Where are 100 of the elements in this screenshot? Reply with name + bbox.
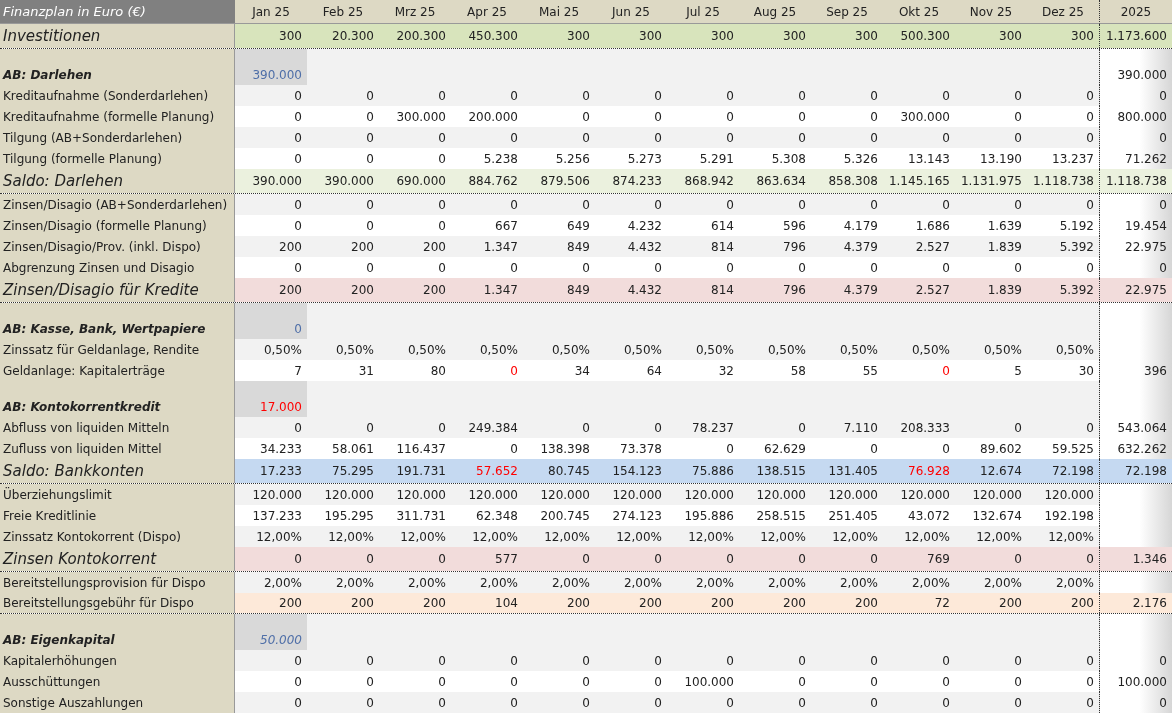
opening-balance-cell[interactable]: 17.000: [235, 381, 307, 417]
total-cell: 1.173.600: [1099, 24, 1172, 48]
column-header: Sep 25: [811, 0, 883, 24]
table-cell: 0: [235, 547, 307, 571]
table-cell: 2,00%: [523, 572, 595, 593]
table-cell: 879.506: [523, 169, 595, 193]
total-cell: 0: [1099, 85, 1172, 106]
table-cell: 2,00%: [379, 572, 451, 593]
table-cell: 0: [523, 194, 595, 215]
table-cell: 0,50%: [955, 339, 1027, 360]
table-cell: 1.839: [955, 278, 1027, 302]
row-label: Zinsen/Disagio für Kredite: [0, 278, 235, 302]
table-cell: 300: [595, 24, 667, 48]
opening-balance-cell[interactable]: 390.000: [235, 49, 307, 85]
table-cell: 0: [1027, 127, 1099, 148]
table-cell: 0: [379, 547, 451, 571]
table-cell: 796: [739, 278, 811, 302]
total-cell: 0: [1099, 257, 1172, 278]
row-label: Abfluss von liquiden Mitteln: [0, 417, 235, 438]
column-header: 2025: [1099, 0, 1172, 24]
table-cell: 0: [739, 85, 811, 106]
column-header: Apr 25: [451, 0, 523, 24]
table-cell: 884.762: [451, 169, 523, 193]
table-cell: 0: [667, 692, 739, 713]
table-cell: 249.384: [451, 417, 523, 438]
opening-balance-cell[interactable]: 50.000: [235, 614, 307, 650]
table-cell: 120.000: [1027, 484, 1099, 505]
row-label: Sonstige Auszahlungen: [0, 692, 235, 713]
table-cell: 0: [235, 127, 307, 148]
row-label: Zinsen/Disagio (formelle Planung): [0, 215, 235, 236]
table-cell: 814: [667, 278, 739, 302]
table-cell: 863.634: [739, 169, 811, 193]
table-cell: 2.527: [883, 236, 955, 257]
table-cell: 1.131.975: [955, 169, 1027, 193]
table-cell: 0: [451, 194, 523, 215]
total-cell: 1.118.738: [1099, 169, 1172, 193]
table-cell: 0: [739, 692, 811, 713]
table-cell: 0: [811, 692, 883, 713]
total-cell: 19.454: [1099, 215, 1172, 236]
table-cell: 0: [1027, 417, 1099, 438]
table-cell: 1.347: [451, 236, 523, 257]
table-cell: 0,50%: [1027, 339, 1099, 360]
table-cell: 0,50%: [379, 339, 451, 360]
table-cell: 200: [811, 593, 883, 613]
row-label: Zinsen/Disagio/Prov. (inkl. Dispo): [0, 236, 235, 257]
table-cell: 4.432: [595, 236, 667, 257]
table-cell: 200: [667, 593, 739, 613]
table-cell: 874.233: [595, 169, 667, 193]
table-cell: 12,00%: [1027, 526, 1099, 547]
table-cell: 0: [235, 85, 307, 106]
table-cell: 300: [739, 24, 811, 48]
table-cell: 120.000: [595, 484, 667, 505]
row-label: Abgrenzung Zinsen und Disagio: [0, 257, 235, 278]
table-cell: 200: [307, 236, 379, 257]
table-cell: 154.123: [595, 459, 667, 483]
table-cell: 0,50%: [595, 339, 667, 360]
table-cell: 2,00%: [1027, 572, 1099, 593]
table-cell: 0: [955, 692, 1027, 713]
table-cell: 0: [523, 547, 595, 571]
table-cell: 0: [667, 127, 739, 148]
table-cell: 120.000: [451, 484, 523, 505]
row-label: Freie Kreditlinie: [0, 505, 235, 526]
table-cell: 0: [307, 692, 379, 713]
table-cell: 12,00%: [811, 526, 883, 547]
table-cell: 0: [811, 127, 883, 148]
table-cell: 200: [235, 278, 307, 302]
opening-balance-cell[interactable]: 0: [235, 303, 307, 339]
table-cell: 0: [955, 85, 1027, 106]
table-cell: 0: [523, 692, 595, 713]
row-label: Bereitstellungsprovision für Dispo: [0, 572, 235, 593]
row-label: Ausschüttungen: [0, 671, 235, 692]
table-cell: 0,50%: [811, 339, 883, 360]
row-label: Tilgung (AB+Sonderdarlehen): [0, 127, 235, 148]
table-cell: 0: [955, 194, 1027, 215]
column-header: Mai 25: [523, 0, 595, 24]
table-cell: 200: [379, 593, 451, 613]
table-cell: 0: [523, 650, 595, 671]
table-cell: 0: [595, 692, 667, 713]
table-cell: 0,50%: [307, 339, 379, 360]
row-label: Kapitalerhöhungen: [0, 650, 235, 671]
table-cell: 12,00%: [235, 526, 307, 547]
table-cell: 104: [451, 593, 523, 613]
table-cell: 0: [451, 127, 523, 148]
table-cell: 20.300: [307, 24, 379, 48]
row-label: Saldo: Darlehen: [0, 169, 235, 193]
row-label: Bereitstellungsgebühr für Dispo: [0, 593, 235, 613]
row-label: Zinssatz für Geldanlage, Rendite: [0, 339, 235, 360]
total-cell: 632.262: [1099, 438, 1172, 459]
total-cell: 0: [1099, 127, 1172, 148]
table-cell: 0: [595, 650, 667, 671]
table-cell: 0: [235, 194, 307, 215]
total-cell: 0: [1099, 650, 1172, 671]
table-cell: 2,00%: [739, 572, 811, 593]
table-cell: 0: [739, 194, 811, 215]
table-cell: 200: [235, 593, 307, 613]
total-cell: 22.975: [1099, 278, 1172, 302]
table-cell: 0: [523, 417, 595, 438]
sheet-title: Finanzplan in Euro (€): [0, 0, 235, 24]
table-cell: 0: [307, 85, 379, 106]
table-cell: 200: [1027, 593, 1099, 613]
